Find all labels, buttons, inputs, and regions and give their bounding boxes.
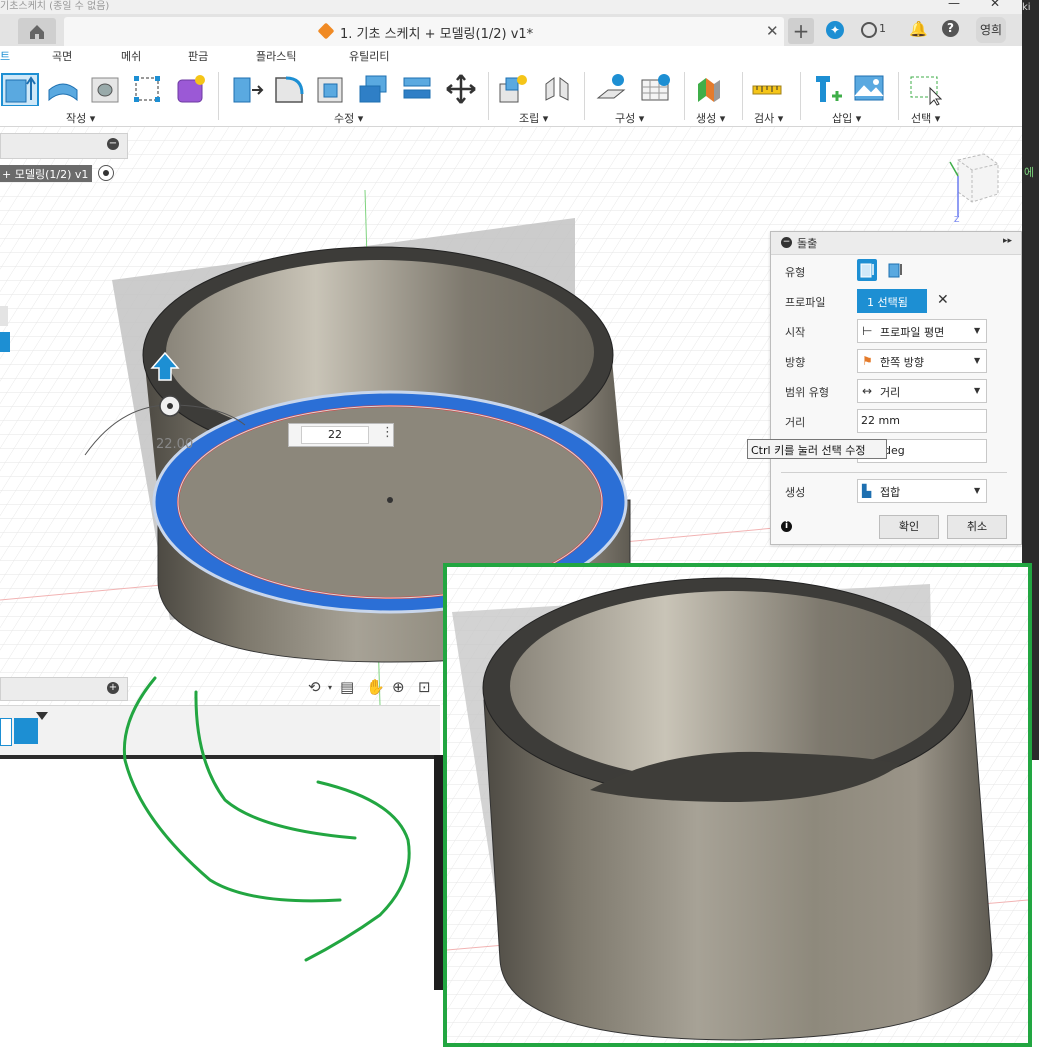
result-preview-inset bbox=[443, 563, 1032, 1047]
result-preview-scene bbox=[447, 567, 1028, 1043]
